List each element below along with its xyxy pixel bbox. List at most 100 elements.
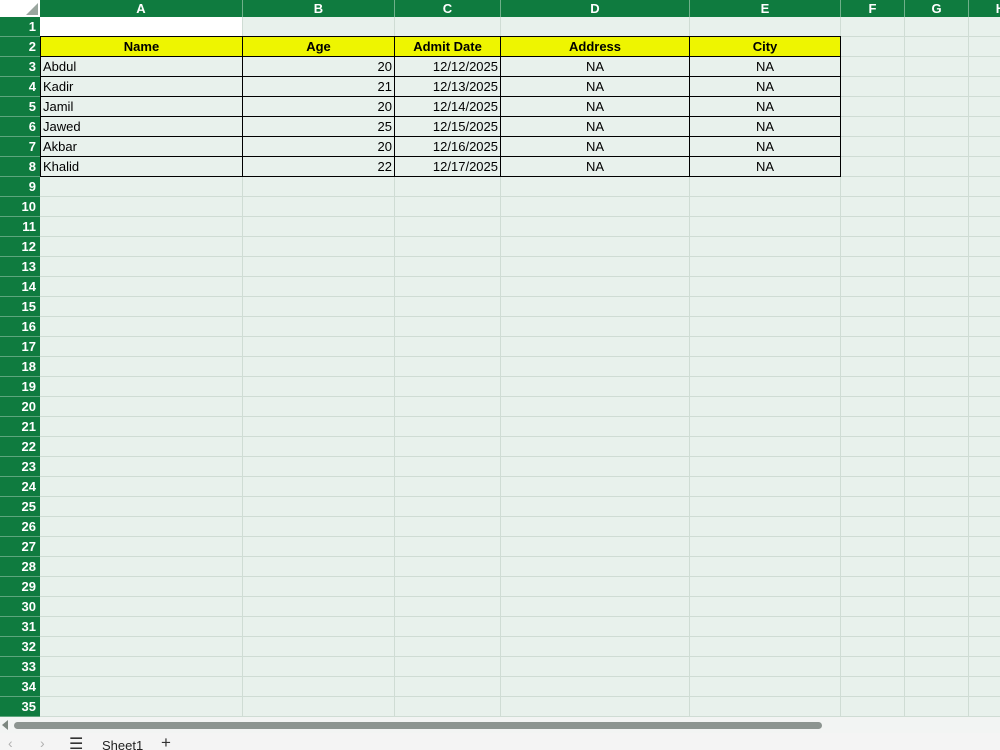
table-cell[interactable]: Kadir <box>40 77 243 97</box>
gridline-horizontal <box>40 296 1000 297</box>
table-cell[interactable]: 21 <box>243 77 395 97</box>
table-cell[interactable]: Akbar <box>40 137 243 157</box>
column-header-e[interactable]: E <box>690 0 841 17</box>
row-header-18[interactable]: 18 <box>0 357 40 377</box>
row-header-30[interactable]: 30 <box>0 597 40 617</box>
all-sheets-menu-icon[interactable]: ☰ <box>69 734 83 750</box>
prev-sheet-icon[interactable]: ‹ <box>8 735 13 750</box>
table-cell[interactable]: NA <box>690 117 841 137</box>
row-header-22[interactable]: 22 <box>0 437 40 457</box>
row-header-19[interactable]: 19 <box>0 377 40 397</box>
column-header-a[interactable]: A <box>40 0 243 17</box>
row-header-23[interactable]: 23 <box>0 457 40 477</box>
table-cell[interactable]: Jamil <box>40 97 243 117</box>
table-cell[interactable]: 25 <box>243 117 395 137</box>
add-sheet-icon[interactable]: + <box>161 733 171 750</box>
table-cell[interactable]: Abdul <box>40 57 243 77</box>
table-header-cell[interactable]: Name <box>40 36 243 57</box>
row-header-4[interactable]: 4 <box>0 77 40 97</box>
cell-a1[interactable] <box>40 17 243 37</box>
row-header-26[interactable]: 26 <box>0 517 40 537</box>
row-header-9[interactable]: 9 <box>0 177 40 197</box>
table-cell[interactable]: NA <box>501 157 690 177</box>
table-cell[interactable]: NA <box>690 57 841 77</box>
table-cell[interactable]: NA <box>501 57 690 77</box>
row-header-32[interactable]: 32 <box>0 637 40 657</box>
row-header-13[interactable]: 13 <box>0 257 40 277</box>
select-all-button[interactable] <box>0 0 40 17</box>
column-header-b[interactable]: B <box>243 0 395 17</box>
gridline-horizontal <box>40 396 1000 397</box>
row-header-15[interactable]: 15 <box>0 297 40 317</box>
scroll-left-icon[interactable] <box>2 720 8 730</box>
row-header-6[interactable]: 6 <box>0 117 40 137</box>
row-header-10[interactable]: 10 <box>0 197 40 217</box>
gridline-horizontal <box>40 516 1000 517</box>
table-cell[interactable]: 12/12/2025 <box>395 57 501 77</box>
gridline-horizontal <box>40 556 1000 557</box>
row-header-3[interactable]: 3 <box>0 57 40 77</box>
column-header-c[interactable]: C <box>395 0 501 17</box>
table-cell[interactable]: 12/17/2025 <box>395 157 501 177</box>
row-header-17[interactable]: 17 <box>0 337 40 357</box>
row-header-14[interactable]: 14 <box>0 277 40 297</box>
gridline-horizontal <box>40 476 1000 477</box>
row-header-7[interactable]: 7 <box>0 137 40 157</box>
table-cell[interactable]: NA <box>501 77 690 97</box>
table-cell[interactable]: NA <box>690 97 841 117</box>
column-header-h[interactable]: H <box>969 0 1000 17</box>
table-cell[interactable]: 20 <box>243 137 395 157</box>
row-header-28[interactable]: 28 <box>0 557 40 577</box>
table-cell[interactable]: NA <box>501 117 690 137</box>
row-header-21[interactable]: 21 <box>0 417 40 437</box>
row-header-25[interactable]: 25 <box>0 497 40 517</box>
column-header-d[interactable]: D <box>501 0 690 17</box>
row-header-1[interactable]: 1 <box>0 17 40 37</box>
table-cell[interactable]: Khalid <box>40 157 243 177</box>
row-header-35[interactable]: 35 <box>0 697 40 717</box>
gridline-horizontal <box>40 216 1000 217</box>
row-header-16[interactable]: 16 <box>0 317 40 337</box>
table-cell[interactable]: 22 <box>243 157 395 177</box>
table-cell[interactable]: NA <box>690 137 841 157</box>
gridline-horizontal <box>40 356 1000 357</box>
row-header-20[interactable]: 20 <box>0 397 40 417</box>
sheet-grid[interactable]: Name Age Admit Date Address City Abdul 20 12/12… <box>40 17 1000 717</box>
column-header-f[interactable]: F <box>841 0 905 17</box>
table-header-cell[interactable]: Address <box>501 36 690 57</box>
row-header-8[interactable]: 8 <box>0 157 40 177</box>
row-header-29[interactable]: 29 <box>0 577 40 597</box>
next-sheet-icon[interactable]: › <box>40 735 45 750</box>
row-header-31[interactable]: 31 <box>0 617 40 637</box>
row-header-24[interactable]: 24 <box>0 477 40 497</box>
table-cell[interactable]: NA <box>690 77 841 97</box>
table-header-cell[interactable]: City <box>690 36 841 57</box>
row-header-11[interactable]: 11 <box>0 217 40 237</box>
table-cell[interactable]: 20 <box>243 57 395 77</box>
gridline-horizontal <box>40 316 1000 317</box>
row-header-5[interactable]: 5 <box>0 97 40 117</box>
gridline-vertical <box>904 17 905 717</box>
table-cell[interactable]: 12/16/2025 <box>395 137 501 157</box>
row-header-27[interactable]: 27 <box>0 537 40 557</box>
table-cell[interactable]: 12/15/2025 <box>395 117 501 137</box>
row-header-34[interactable]: 34 <box>0 677 40 697</box>
row-header-2[interactable]: 2 <box>0 37 40 57</box>
column-header-g[interactable]: G <box>905 0 969 17</box>
horizontal-scroll-thumb[interactable] <box>14 722 822 729</box>
row-header-33[interactable]: 33 <box>0 657 40 677</box>
sheet-tab-sheet1[interactable]: Sheet1 <box>102 738 143 750</box>
table-header-cell[interactable]: Age <box>243 36 395 57</box>
gridline-horizontal <box>40 436 1000 437</box>
table-cell[interactable]: NA <box>501 97 690 117</box>
table-cell[interactable]: 12/13/2025 <box>395 77 501 97</box>
table-header-cell[interactable]: Admit Date <box>395 36 501 57</box>
table-cell[interactable]: NA <box>501 137 690 157</box>
gridline-horizontal <box>40 196 1000 197</box>
table-cell[interactable]: 12/14/2025 <box>395 97 501 117</box>
table-cell[interactable]: Jawed <box>40 117 243 137</box>
table-cell[interactable]: 20 <box>243 97 395 117</box>
table-cell[interactable]: NA <box>690 157 841 177</box>
horizontal-scrollbar[interactable] <box>0 717 1000 733</box>
row-header-12[interactable]: 12 <box>0 237 40 257</box>
